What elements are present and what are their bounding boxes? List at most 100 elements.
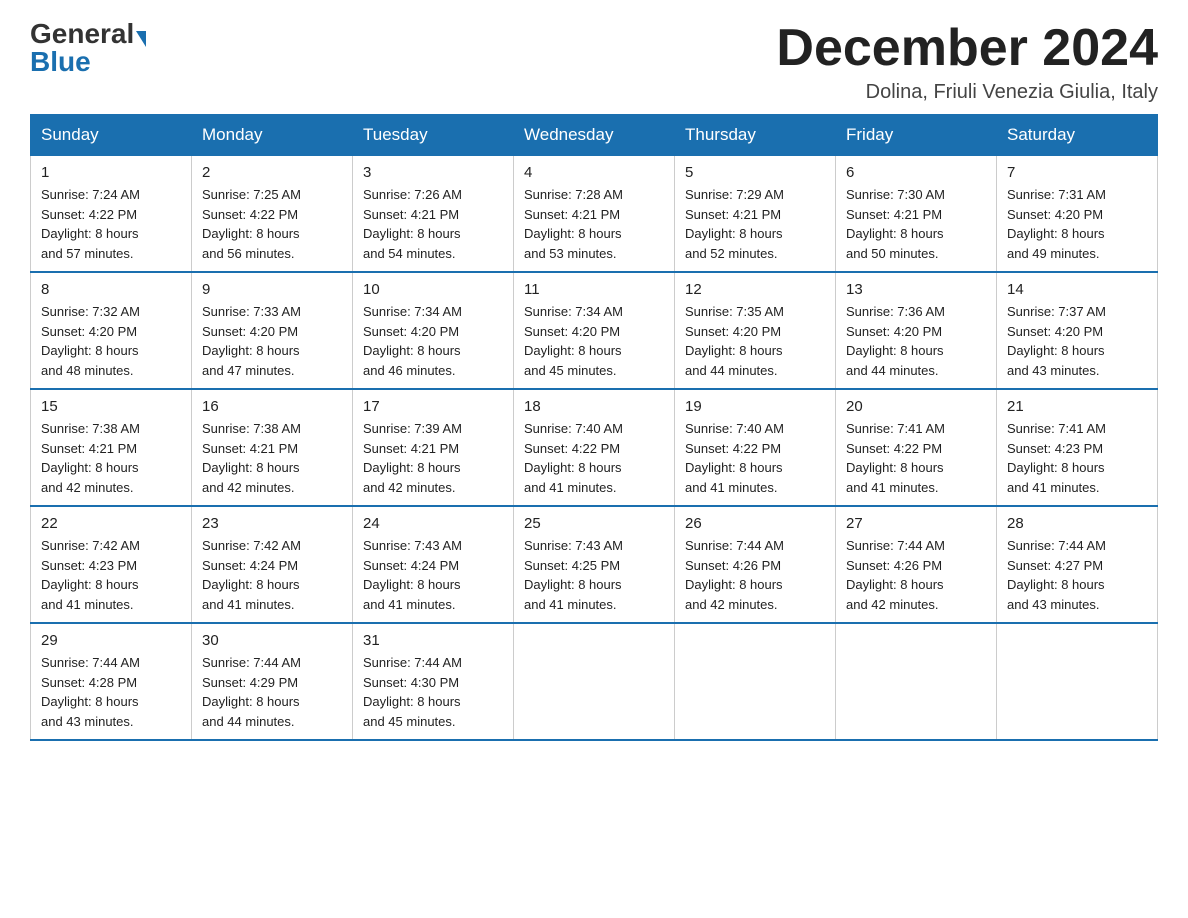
calendar-cell: 30 Sunrise: 7:44 AM Sunset: 4:29 PM Dayl…	[192, 623, 353, 740]
day-number: 8	[41, 281, 181, 298]
day-info: Sunrise: 7:40 AM Sunset: 4:22 PM Dayligh…	[524, 419, 664, 497]
calendar-cell: 19 Sunrise: 7:40 AM Sunset: 4:22 PM Dayl…	[675, 389, 836, 506]
day-number: 7	[1007, 164, 1147, 181]
calendar-cell: 4 Sunrise: 7:28 AM Sunset: 4:21 PM Dayli…	[514, 156, 675, 273]
day-info: Sunrise: 7:42 AM Sunset: 4:23 PM Dayligh…	[41, 536, 181, 614]
calendar-cell: 27 Sunrise: 7:44 AM Sunset: 4:26 PM Dayl…	[836, 506, 997, 623]
calendar-cell: 2 Sunrise: 7:25 AM Sunset: 4:22 PM Dayli…	[192, 156, 353, 273]
calendar-cell: 16 Sunrise: 7:38 AM Sunset: 4:21 PM Dayl…	[192, 389, 353, 506]
day-number: 28	[1007, 515, 1147, 532]
calendar-cell: 13 Sunrise: 7:36 AM Sunset: 4:20 PM Dayl…	[836, 272, 997, 389]
week-row-4: 22 Sunrise: 7:42 AM Sunset: 4:23 PM Dayl…	[31, 506, 1158, 623]
day-number: 12	[685, 281, 825, 298]
calendar-cell: 20 Sunrise: 7:41 AM Sunset: 4:22 PM Dayl…	[836, 389, 997, 506]
calendar-cell: 15 Sunrise: 7:38 AM Sunset: 4:21 PM Dayl…	[31, 389, 192, 506]
day-info: Sunrise: 7:43 AM Sunset: 4:25 PM Dayligh…	[524, 536, 664, 614]
header-saturday: Saturday	[997, 115, 1158, 156]
logo: General Blue	[30, 20, 146, 76]
calendar-cell: 29 Sunrise: 7:44 AM Sunset: 4:28 PM Dayl…	[31, 623, 192, 740]
logo-blue-row: Blue	[30, 48, 91, 76]
day-info: Sunrise: 7:44 AM Sunset: 4:29 PM Dayligh…	[202, 653, 342, 731]
day-number: 31	[363, 632, 503, 649]
logo-general-text: General	[30, 18, 134, 49]
day-info: Sunrise: 7:41 AM Sunset: 4:22 PM Dayligh…	[846, 419, 986, 497]
week-row-5: 29 Sunrise: 7:44 AM Sunset: 4:28 PM Dayl…	[31, 623, 1158, 740]
day-info: Sunrise: 7:43 AM Sunset: 4:24 PM Dayligh…	[363, 536, 503, 614]
calendar-cell	[675, 623, 836, 740]
day-number: 23	[202, 515, 342, 532]
calendar-cell: 21 Sunrise: 7:41 AM Sunset: 4:23 PM Dayl…	[997, 389, 1158, 506]
day-number: 18	[524, 398, 664, 415]
header-wednesday: Wednesday	[514, 115, 675, 156]
day-number: 13	[846, 281, 986, 298]
day-number: 30	[202, 632, 342, 649]
calendar-cell: 9 Sunrise: 7:33 AM Sunset: 4:20 PM Dayli…	[192, 272, 353, 389]
calendar-cell: 11 Sunrise: 7:34 AM Sunset: 4:20 PM Dayl…	[514, 272, 675, 389]
day-info: Sunrise: 7:38 AM Sunset: 4:21 PM Dayligh…	[202, 419, 342, 497]
calendar-body: 1 Sunrise: 7:24 AM Sunset: 4:22 PM Dayli…	[31, 156, 1158, 741]
day-number: 21	[1007, 398, 1147, 415]
calendar-cell	[997, 623, 1158, 740]
day-info: Sunrise: 7:34 AM Sunset: 4:20 PM Dayligh…	[524, 302, 664, 380]
day-number: 27	[846, 515, 986, 532]
day-info: Sunrise: 7:32 AM Sunset: 4:20 PM Dayligh…	[41, 302, 181, 380]
day-number: 16	[202, 398, 342, 415]
week-row-2: 8 Sunrise: 7:32 AM Sunset: 4:20 PM Dayli…	[31, 272, 1158, 389]
day-number: 14	[1007, 281, 1147, 298]
calendar-table: SundayMondayTuesdayWednesdayThursdayFrid…	[30, 114, 1158, 741]
day-number: 26	[685, 515, 825, 532]
day-number: 29	[41, 632, 181, 649]
day-info: Sunrise: 7:40 AM Sunset: 4:22 PM Dayligh…	[685, 419, 825, 497]
day-number: 4	[524, 164, 664, 181]
calendar-cell	[836, 623, 997, 740]
day-info: Sunrise: 7:39 AM Sunset: 4:21 PM Dayligh…	[363, 419, 503, 497]
calendar-cell: 25 Sunrise: 7:43 AM Sunset: 4:25 PM Dayl…	[514, 506, 675, 623]
day-info: Sunrise: 7:44 AM Sunset: 4:28 PM Dayligh…	[41, 653, 181, 731]
calendar-cell: 10 Sunrise: 7:34 AM Sunset: 4:20 PM Dayl…	[353, 272, 514, 389]
calendar-cell: 24 Sunrise: 7:43 AM Sunset: 4:24 PM Dayl…	[353, 506, 514, 623]
day-number: 25	[524, 515, 664, 532]
calendar-cell: 26 Sunrise: 7:44 AM Sunset: 4:26 PM Dayl…	[675, 506, 836, 623]
day-info: Sunrise: 7:31 AM Sunset: 4:20 PM Dayligh…	[1007, 185, 1147, 263]
header-row: SundayMondayTuesdayWednesdayThursdayFrid…	[31, 115, 1158, 156]
week-row-1: 1 Sunrise: 7:24 AM Sunset: 4:22 PM Dayli…	[31, 156, 1158, 273]
day-info: Sunrise: 7:30 AM Sunset: 4:21 PM Dayligh…	[846, 185, 986, 263]
location-subtitle: Dolina, Friuli Venezia Giulia, Italy	[776, 81, 1158, 104]
day-number: 6	[846, 164, 986, 181]
day-info: Sunrise: 7:44 AM Sunset: 4:27 PM Dayligh…	[1007, 536, 1147, 614]
day-info: Sunrise: 7:33 AM Sunset: 4:20 PM Dayligh…	[202, 302, 342, 380]
header-monday: Monday	[192, 115, 353, 156]
calendar-cell: 7 Sunrise: 7:31 AM Sunset: 4:20 PM Dayli…	[997, 156, 1158, 273]
calendar-cell: 6 Sunrise: 7:30 AM Sunset: 4:21 PM Dayli…	[836, 156, 997, 273]
day-info: Sunrise: 7:35 AM Sunset: 4:20 PM Dayligh…	[685, 302, 825, 380]
day-number: 17	[363, 398, 503, 415]
day-number: 11	[524, 281, 664, 298]
calendar-cell: 17 Sunrise: 7:39 AM Sunset: 4:21 PM Dayl…	[353, 389, 514, 506]
header-thursday: Thursday	[675, 115, 836, 156]
calendar-cell: 31 Sunrise: 7:44 AM Sunset: 4:30 PM Dayl…	[353, 623, 514, 740]
month-title: December 2024	[776, 20, 1158, 77]
calendar-cell: 18 Sunrise: 7:40 AM Sunset: 4:22 PM Dayl…	[514, 389, 675, 506]
day-number: 10	[363, 281, 503, 298]
day-info: Sunrise: 7:36 AM Sunset: 4:20 PM Dayligh…	[846, 302, 986, 380]
day-info: Sunrise: 7:42 AM Sunset: 4:24 PM Dayligh…	[202, 536, 342, 614]
week-row-3: 15 Sunrise: 7:38 AM Sunset: 4:21 PM Dayl…	[31, 389, 1158, 506]
day-info: Sunrise: 7:28 AM Sunset: 4:21 PM Dayligh…	[524, 185, 664, 263]
calendar-cell: 12 Sunrise: 7:35 AM Sunset: 4:20 PM Dayl…	[675, 272, 836, 389]
header-tuesday: Tuesday	[353, 115, 514, 156]
day-info: Sunrise: 7:37 AM Sunset: 4:20 PM Dayligh…	[1007, 302, 1147, 380]
header-friday: Friday	[836, 115, 997, 156]
day-info: Sunrise: 7:41 AM Sunset: 4:23 PM Dayligh…	[1007, 419, 1147, 497]
day-number: 1	[41, 164, 181, 181]
calendar-cell: 8 Sunrise: 7:32 AM Sunset: 4:20 PM Dayli…	[31, 272, 192, 389]
day-info: Sunrise: 7:44 AM Sunset: 4:26 PM Dayligh…	[846, 536, 986, 614]
calendar-cell: 3 Sunrise: 7:26 AM Sunset: 4:21 PM Dayli…	[353, 156, 514, 273]
day-info: Sunrise: 7:24 AM Sunset: 4:22 PM Dayligh…	[41, 185, 181, 263]
calendar-cell: 5 Sunrise: 7:29 AM Sunset: 4:21 PM Dayli…	[675, 156, 836, 273]
logo-blue-text: Blue	[30, 46, 91, 77]
day-number: 22	[41, 515, 181, 532]
day-number: 3	[363, 164, 503, 181]
day-number: 24	[363, 515, 503, 532]
day-number: 5	[685, 164, 825, 181]
day-number: 19	[685, 398, 825, 415]
